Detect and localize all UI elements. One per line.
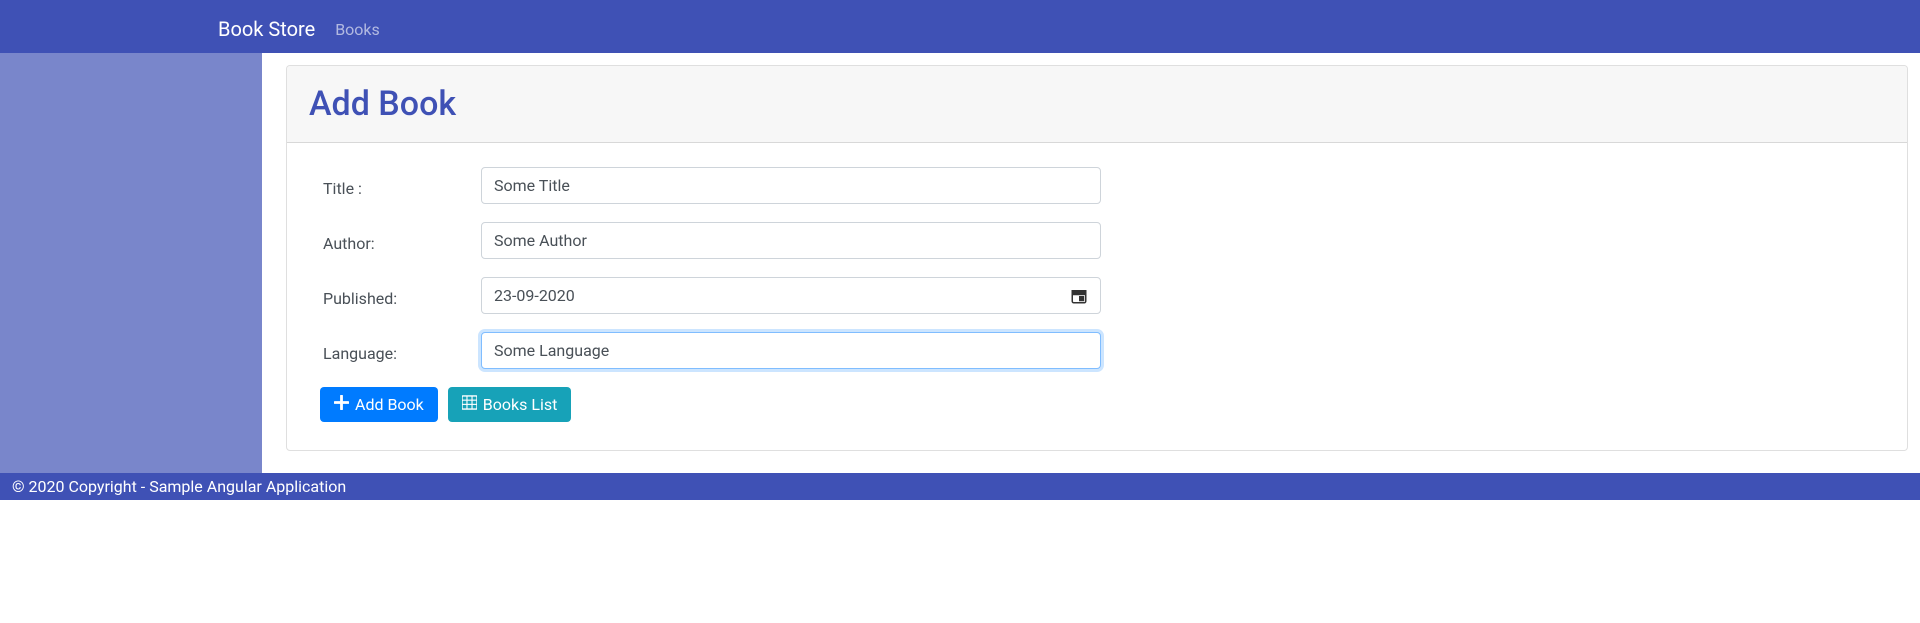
- language-label: Language:: [323, 338, 481, 363]
- add-book-label: Add Book: [355, 395, 424, 414]
- published-label: Published:: [323, 283, 481, 308]
- add-book-button[interactable]: Add Book: [320, 387, 438, 422]
- calendar-icon[interactable]: [1070, 287, 1088, 305]
- main-content: Add Book Title : Author: Published:: [262, 53, 1920, 473]
- footer: © 2020 Copyright - Sample Angular Applic…: [0, 473, 1920, 500]
- form-row-published: Published: 23-09-2020: [323, 277, 1871, 314]
- table-icon: [462, 395, 477, 414]
- nav-link-books[interactable]: Books: [335, 20, 380, 39]
- language-input[interactable]: [481, 332, 1101, 369]
- author-input[interactable]: [481, 222, 1101, 259]
- button-row: Add Book Books List: [320, 387, 1871, 422]
- card-header: Add Book: [287, 66, 1907, 143]
- navbar: Book Store Books: [0, 5, 1920, 53]
- published-value: 23-09-2020: [494, 286, 575, 305]
- footer-copyright: © 2020 Copyright - Sample Angular Applic…: [12, 477, 346, 496]
- books-list-label: Books List: [483, 395, 558, 414]
- plus-icon: [334, 395, 349, 414]
- form-row-title: Title :: [323, 167, 1871, 204]
- sidebar: [0, 53, 262, 473]
- brand-link[interactable]: Book Store: [218, 17, 315, 41]
- published-input[interactable]: 23-09-2020: [481, 277, 1101, 314]
- card-body: Title : Author: Published: 23-09-2: [287, 143, 1907, 450]
- title-input[interactable]: [481, 167, 1101, 204]
- author-label: Author:: [323, 228, 481, 253]
- form-row-author: Author:: [323, 222, 1871, 259]
- add-book-card: Add Book Title : Author: Published:: [286, 65, 1908, 451]
- form-row-language: Language:: [323, 332, 1871, 369]
- books-list-button[interactable]: Books List: [448, 387, 572, 422]
- page-title: Add Book: [309, 84, 1885, 124]
- title-label: Title :: [323, 173, 481, 198]
